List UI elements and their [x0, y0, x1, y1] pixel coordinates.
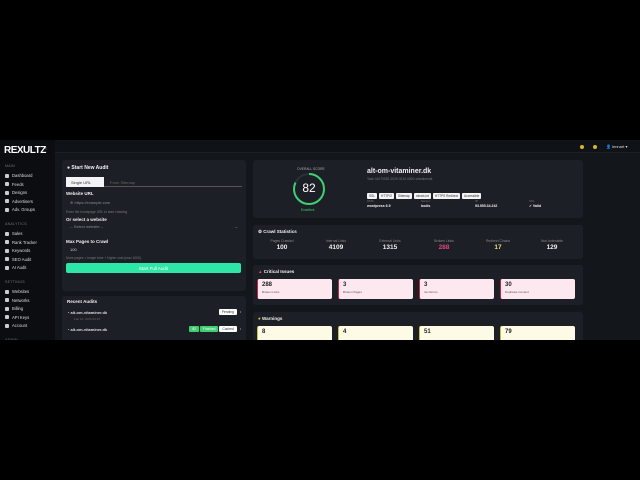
score-card: OVERALL SCORE 82 Excellent alt-om-vitami…	[253, 160, 583, 218]
start-audit-title: ● Start New Audit	[67, 165, 109, 171]
start-audit-card: ● Start New Audit Single URL From Sitema…	[62, 160, 246, 291]
sidebar-item-advertisers[interactable]: Advertisers	[5, 199, 33, 204]
critical-issues-title: ▲ Critical Issues	[258, 269, 295, 274]
recent-audits-title: Recent Audits	[67, 299, 98, 304]
status-badge: Pending	[218, 309, 237, 315]
sidebar-section-analytics: ANALYTICS	[5, 222, 27, 226]
sidebar-item-account[interactable]: Account	[5, 323, 27, 328]
account-icon	[5, 323, 9, 328]
theme-icon[interactable]	[593, 145, 597, 149]
critical-4xx-errors[interactable]: 3 4xx Errors	[419, 279, 494, 299]
app: REXULTZ ‹ MAIN Dashboard Feeds Designs Adver…	[0, 140, 640, 340]
sidebar-item-adv-groups[interactable]: Adv. Groups	[5, 207, 35, 212]
keywords-icon	[5, 248, 9, 253]
critical-broken-pages[interactable]: 3 Broken Pages	[338, 279, 413, 299]
billing-icon	[5, 306, 9, 311]
advertisers-icon	[5, 199, 9, 204]
stat-redirect-chains: Redirect Chains 17	[485, 239, 511, 251]
warnings-card: ● Warnings 8 4 51 79	[253, 312, 583, 340]
sidebar-item-seo-audit[interactable]: SEO Audit	[5, 257, 31, 262]
networks-icon	[5, 298, 9, 303]
url-help: Enter the homepage URL to start crawling	[66, 210, 128, 214]
sidebar-item-feeds[interactable]: Feeds	[5, 182, 24, 187]
status-badge: Cached	[219, 326, 237, 332]
api-keys-icon	[5, 315, 9, 320]
status-badge: Finished	[200, 326, 219, 332]
more-icon[interactable]: •	[240, 310, 241, 314]
feeds-icon	[5, 182, 9, 187]
warning-item[interactable]: 79	[500, 326, 575, 340]
audit-date: Feb 10, 2025 03:15	[74, 317, 101, 321]
sidebar-item-rank-tracker[interactable]: Rank Tracker	[5, 240, 37, 245]
tag-https-redirect: HTTPS Redirect	[432, 193, 461, 199]
sidebar-section-main: MAIN	[5, 164, 15, 168]
sidebar-item-billing[interactable]: Billing	[5, 306, 23, 311]
status-badge: 82	[189, 326, 199, 332]
notification-icon[interactable]	[580, 145, 584, 149]
tab-single-url[interactable]: Single URL	[66, 177, 104, 187]
collapse-sidebar-button[interactable]: ‹	[45, 146, 47, 152]
warnings-title: ● Warnings	[258, 316, 283, 321]
url-input[interactable]: ⊕ https://example.com	[66, 198, 242, 207]
warning-item[interactable]: 8	[257, 326, 332, 340]
rank-tracker-icon	[5, 240, 9, 245]
critical-issues-card: ▲ Critical Issues 288 Broken Links 3 Broken…	[253, 265, 583, 305]
stat-external-links: External Links 1315	[379, 239, 401, 251]
website-select[interactable]: -- Select website -- ⌄	[66, 222, 242, 231]
adv-groups-icon	[5, 207, 9, 212]
sidebar-item-keywords[interactable]: Keywords	[5, 248, 30, 253]
logo: REXULTZ	[4, 145, 46, 156]
recent-audit-item[interactable]: ◔ alt-om-vitaminer.dk 82 Finished Cached •	[67, 326, 241, 340]
warning-item[interactable]: 4	[338, 326, 413, 340]
sidebar-item-sales[interactable]: Sales	[5, 231, 22, 236]
sidebar-item-dashboard[interactable]: Dashboard	[5, 173, 33, 178]
websites-icon	[5, 289, 9, 294]
stat-broken-links: Broken Links 288	[434, 239, 454, 251]
score-label: OVERALL SCORE	[297, 167, 325, 171]
ai-audit-icon	[5, 265, 9, 270]
crawl-stats-card: ⚙ Crawl Statistics Pages Crawled 100 Inter…	[253, 225, 583, 259]
designs-icon	[5, 190, 9, 195]
sidebar-item-designs[interactable]: Designs	[5, 190, 27, 195]
url-label: Website URL	[66, 191, 94, 196]
tag-sitemap: Sitemap	[396, 193, 412, 199]
topbar: 👤 lennart ▾	[55, 140, 640, 153]
start-audit-button[interactable]: Start Full Audit	[66, 263, 241, 273]
more-icon[interactable]: •	[240, 327, 241, 331]
sidebar-item-networks[interactable]: Networks	[5, 298, 29, 303]
critical-broken-links[interactable]: 288 Broken Links	[257, 279, 332, 299]
max-pages-input[interactable]: 100	[66, 245, 242, 254]
sidebar: REXULTZ ‹ MAIN Dashboard Feeds Designs Adver…	[0, 140, 55, 340]
max-pages-help: More pages = longer time + higher cost (…	[66, 256, 141, 260]
meta-ip: IP 93.555.34.242	[475, 199, 498, 208]
sidebar-item-api-keys[interactable]: API Keys	[5, 315, 29, 320]
warning-item[interactable]: 51	[419, 326, 494, 340]
score-rating: Excellent	[301, 208, 315, 212]
max-pages-label: Max Pages to Crawl	[66, 239, 109, 244]
stat-non-indexable: Non-Indexable 129	[540, 239, 564, 251]
meta-server: Server bodis	[421, 199, 431, 208]
audit-domain: ◔ alt-om-vitaminer.dk	[67, 310, 108, 315]
recent-audit-item[interactable]: ◔ alt-om-vitaminer.dk Feb 10, 2025 03:15…	[67, 309, 241, 324]
score-value: 82	[302, 181, 316, 195]
sidebar-section-settings: SETTINGS	[5, 280, 25, 284]
audit-domain: alt-om-vitaminer.dk	[367, 168, 432, 175]
user-menu[interactable]: 👤 lennart ▾	[606, 144, 627, 149]
seo-audit-icon	[5, 257, 9, 262]
critical-duplicate-content[interactable]: 30 Duplicate Content	[500, 279, 575, 299]
sidebar-item-ai-audit[interactable]: AI Audit	[5, 265, 26, 270]
stat-pages-crawled: Pages Crawled 100	[270, 239, 294, 251]
sidebar-section-admin: ADMIN	[5, 338, 18, 340]
tab-from-sitemap[interactable]: From Sitemap	[110, 180, 135, 185]
meta-cms: CMS wordpress 6.9	[367, 199, 391, 208]
meta-ssl: SSL ✓ Valid	[529, 199, 542, 208]
recent-audits-card: Recent Audits ◔ alt-om-vitaminer.dk Feb …	[62, 296, 246, 340]
stat-internal-links: Internal Links 4109	[325, 239, 347, 251]
sidebar-item-websites[interactable]: Websites	[5, 289, 29, 294]
dashboard-icon	[5, 173, 9, 178]
sales-icon	[5, 231, 9, 236]
crawl-stats-title: ⚙ Crawl Statistics	[258, 229, 297, 234]
audit-subtitle: Task 01070052-2025 0210-0800-vitaminerdk	[367, 177, 433, 181]
